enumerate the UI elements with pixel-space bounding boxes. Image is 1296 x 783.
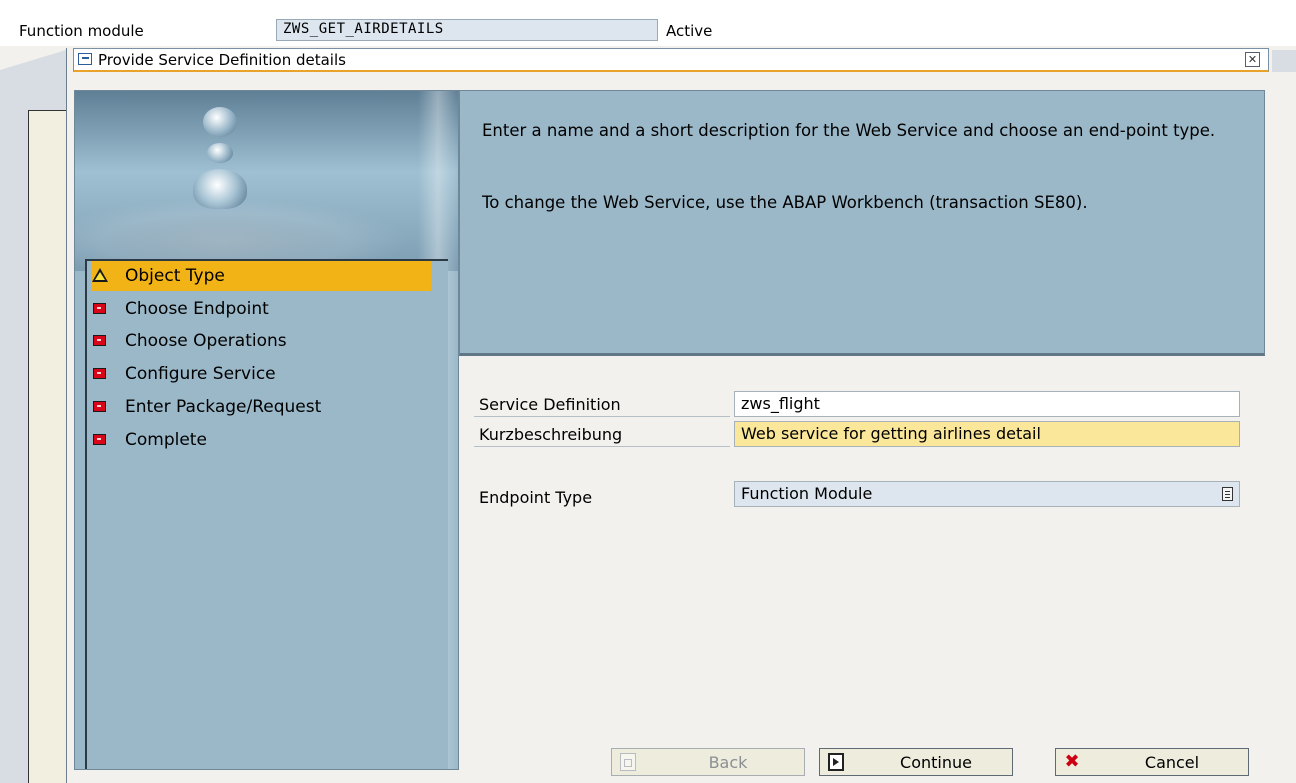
cancel-icon: ✖	[1064, 751, 1080, 772]
water-drop-image	[75, 91, 458, 271]
red-light-icon	[93, 401, 106, 412]
background-window-content	[28, 110, 66, 783]
red-light-icon	[93, 335, 106, 346]
step-label: Choose Endpoint	[125, 299, 269, 319]
service-definition-label: Service Definition	[479, 395, 621, 414]
close-icon[interactable]: ✕	[1245, 52, 1260, 67]
endpoint-type-label: Endpoint Type	[479, 488, 593, 507]
dialog-titlebar[interactable]: Provide Service Definition details ✕	[73, 48, 1269, 72]
step-configure-service[interactable]: Configure Service	[91, 359, 431, 389]
red-light-icon	[93, 434, 106, 445]
service-definition-dialog: Provide Service Definition details ✕ Obj…	[66, 48, 1272, 783]
step-choose-operations[interactable]: Choose Operations	[91, 326, 431, 356]
step-object-type[interactable]: Object Type	[91, 261, 431, 291]
short-description-label: Kurzbeschreibung	[479, 425, 623, 444]
red-light-icon	[93, 368, 106, 379]
warning-icon	[92, 268, 108, 282]
continue-button[interactable]: Continue	[819, 748, 1013, 776]
step-label: Configure Service	[125, 364, 276, 384]
wizard-icon	[78, 53, 92, 65]
step-label: Object Type	[125, 266, 225, 286]
endpoint-type-row: Endpoint Type Function Module	[474, 481, 1264, 507]
back-button[interactable]: Back	[611, 748, 805, 776]
instruction-text: Enter a name and a short description for…	[482, 121, 1216, 140]
step-label: Choose Operations	[125, 331, 287, 351]
step-enter-package-request[interactable]: Enter Package/Request	[91, 392, 431, 422]
wizard-steps-panel: Object Type Choose Endpoint Choose Opera…	[74, 90, 459, 770]
back-icon	[620, 753, 636, 771]
continue-icon	[828, 753, 844, 771]
step-complete[interactable]: Complete	[91, 425, 431, 455]
service-definition-row: Service Definition zws_flight	[474, 391, 1264, 417]
cancel-button[interactable]: ✖ Cancel	[1055, 748, 1249, 776]
wizard-step-list: Object Type Choose Endpoint Choose Opera…	[85, 259, 448, 769]
function-module-label: Function module	[19, 22, 144, 40]
function-module-header: Function module ZWS_GET_AIRDETAILS Activ…	[0, 0, 1296, 46]
step-label: Complete	[125, 430, 207, 450]
status-text: Active	[666, 22, 713, 40]
service-definition-input[interactable]: zws_flight	[734, 391, 1240, 417]
step-choose-endpoint[interactable]: Choose Endpoint	[91, 294, 431, 324]
instruction-text-workbench: To change the Web Service, use the ABAP …	[482, 193, 1088, 212]
step-label: Enter Package/Request	[125, 397, 322, 417]
short-description-row: Kurzbeschreibung Web service for getting…	[474, 421, 1264, 447]
dialog-title: Provide Service Definition details	[98, 51, 346, 69]
short-description-input[interactable]: Web service for getting airlines detail	[734, 421, 1240, 447]
endpoint-type-value: Function Module	[741, 484, 873, 503]
red-light-icon	[93, 303, 106, 314]
instructions-panel: Enter a name and a short description for…	[459, 90, 1265, 356]
dropdown-list-icon[interactable]	[1222, 487, 1233, 501]
function-module-field[interactable]: ZWS_GET_AIRDETAILS	[276, 19, 658, 41]
endpoint-type-select[interactable]: Function Module	[734, 481, 1240, 507]
